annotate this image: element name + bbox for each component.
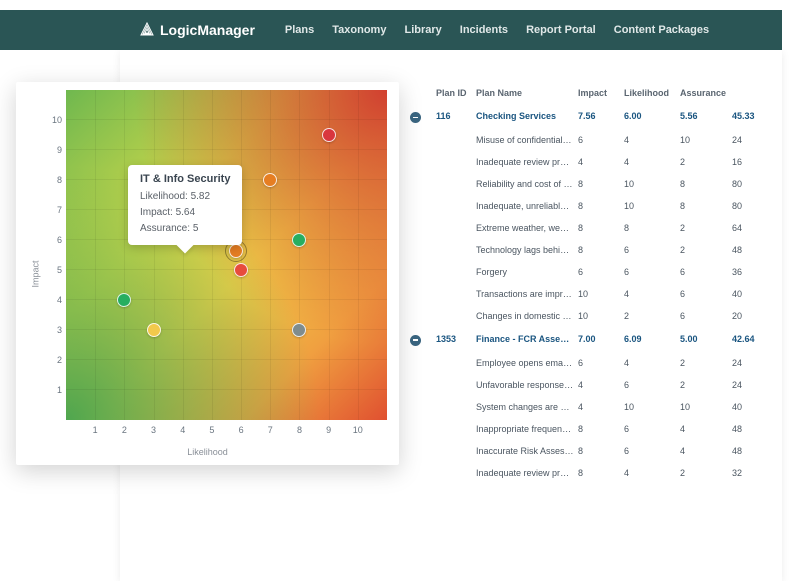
table-body: 116Checking Services7.566.005.5645.33Mis… [410, 104, 772, 484]
risk-heatmap-card: Impact Likelihood 12345678910 1234567891… [16, 82, 399, 465]
table-group-row[interactable]: 116Checking Services7.566.005.5645.33 [410, 104, 772, 129]
table-row[interactable]: Forgery66636 [410, 261, 772, 283]
x-axis-label: Likelihood [187, 447, 228, 457]
nav-report-portal[interactable]: Report Portal [526, 24, 596, 36]
y-axis-label: Impact [31, 260, 41, 287]
chart-point[interactable] [292, 323, 306, 337]
table-row[interactable]: Reliability and cost of public transport… [410, 173, 772, 195]
chart-point[interactable] [234, 263, 248, 277]
table-row[interactable]: Inadequate review procedures to ensure..… [410, 462, 772, 484]
nav-content-packages[interactable]: Content Packages [614, 24, 709, 36]
table-row[interactable]: Inadequate review procedures to ensure..… [410, 151, 772, 173]
chart-point[interactable] [147, 323, 161, 337]
table-row[interactable]: Changes in domestic regulations, laws, .… [410, 305, 772, 327]
chart-point[interactable] [229, 244, 243, 258]
collapse-icon[interactable] [410, 112, 421, 123]
table-group-row[interactable]: 1353Finance - FCR Assessment tes7.006.09… [410, 327, 772, 352]
collapse-icon[interactable] [410, 335, 421, 346]
tooltip-impact: Impact: 5.64 [140, 205, 230, 221]
table-row[interactable]: Employee opens email with WannaCry ...64… [410, 352, 772, 374]
col-plan-id[interactable]: Plan ID [436, 88, 472, 98]
nav-incidents[interactable]: Incidents [460, 24, 508, 36]
col-likelihood[interactable]: Likelihood [624, 88, 676, 98]
tooltip-title: IT & Info Security [140, 173, 230, 185]
brand-name: LogicManager [160, 22, 255, 38]
pyramid-icon [140, 22, 154, 39]
table-row[interactable]: Technology lags behind competitors86248 [410, 239, 772, 261]
chart-point[interactable] [322, 128, 336, 142]
chart-point[interactable] [292, 233, 306, 247]
table-row[interactable]: Inaccurate Risk Assessment86448 [410, 440, 772, 462]
table-row[interactable]: Transactions are improperly classified10… [410, 283, 772, 305]
chart-point[interactable] [117, 293, 131, 307]
x-ticks: 12345678910 [66, 425, 387, 439]
y-ticks: 12345678910 [46, 90, 62, 420]
risk-table: Plan ID Plan Name Impact Likelihood Assu… [410, 82, 772, 581]
table-row[interactable]: Unfavorable response to business models4… [410, 374, 772, 396]
table-row[interactable]: System changes are not properly author..… [410, 396, 772, 418]
table-row[interactable]: Inappropriate frequency of risk assessm.… [410, 418, 772, 440]
col-assurance[interactable]: Assurance [680, 88, 728, 98]
tooltip-assurance: Assurance: 5 [140, 221, 230, 237]
col-plan-name[interactable]: Plan Name [476, 88, 574, 98]
nav-taxonomy[interactable]: Taxonomy [332, 24, 386, 36]
table-row[interactable]: Extreme weather, weather pattern chang..… [410, 217, 772, 239]
nav-plans[interactable]: Plans [285, 24, 314, 36]
col-impact[interactable]: Impact [578, 88, 620, 98]
nav-library[interactable]: Library [404, 24, 441, 36]
table-row[interactable]: Inadequate, unreliable, or costly public… [410, 195, 772, 217]
nav-menu: Plans Taxonomy Library Incidents Report … [285, 24, 709, 36]
brand-logo[interactable]: LogicManager [140, 22, 255, 39]
table-row[interactable]: Misuse of confidential information641024 [410, 129, 772, 151]
chart-tooltip: IT & Info Security Likelihood: 5.82 Impa… [128, 165, 242, 245]
chart-point[interactable] [263, 173, 277, 187]
chart-plot-area[interactable]: IT & Info Security Likelihood: 5.82 Impa… [66, 90, 387, 420]
top-navbar: LogicManager Plans Taxonomy Library Inci… [0, 10, 782, 50]
tooltip-likelihood: Likelihood: 5.82 [140, 189, 230, 205]
table-header: Plan ID Plan Name Impact Likelihood Assu… [410, 82, 772, 104]
col-score[interactable] [732, 88, 772, 98]
